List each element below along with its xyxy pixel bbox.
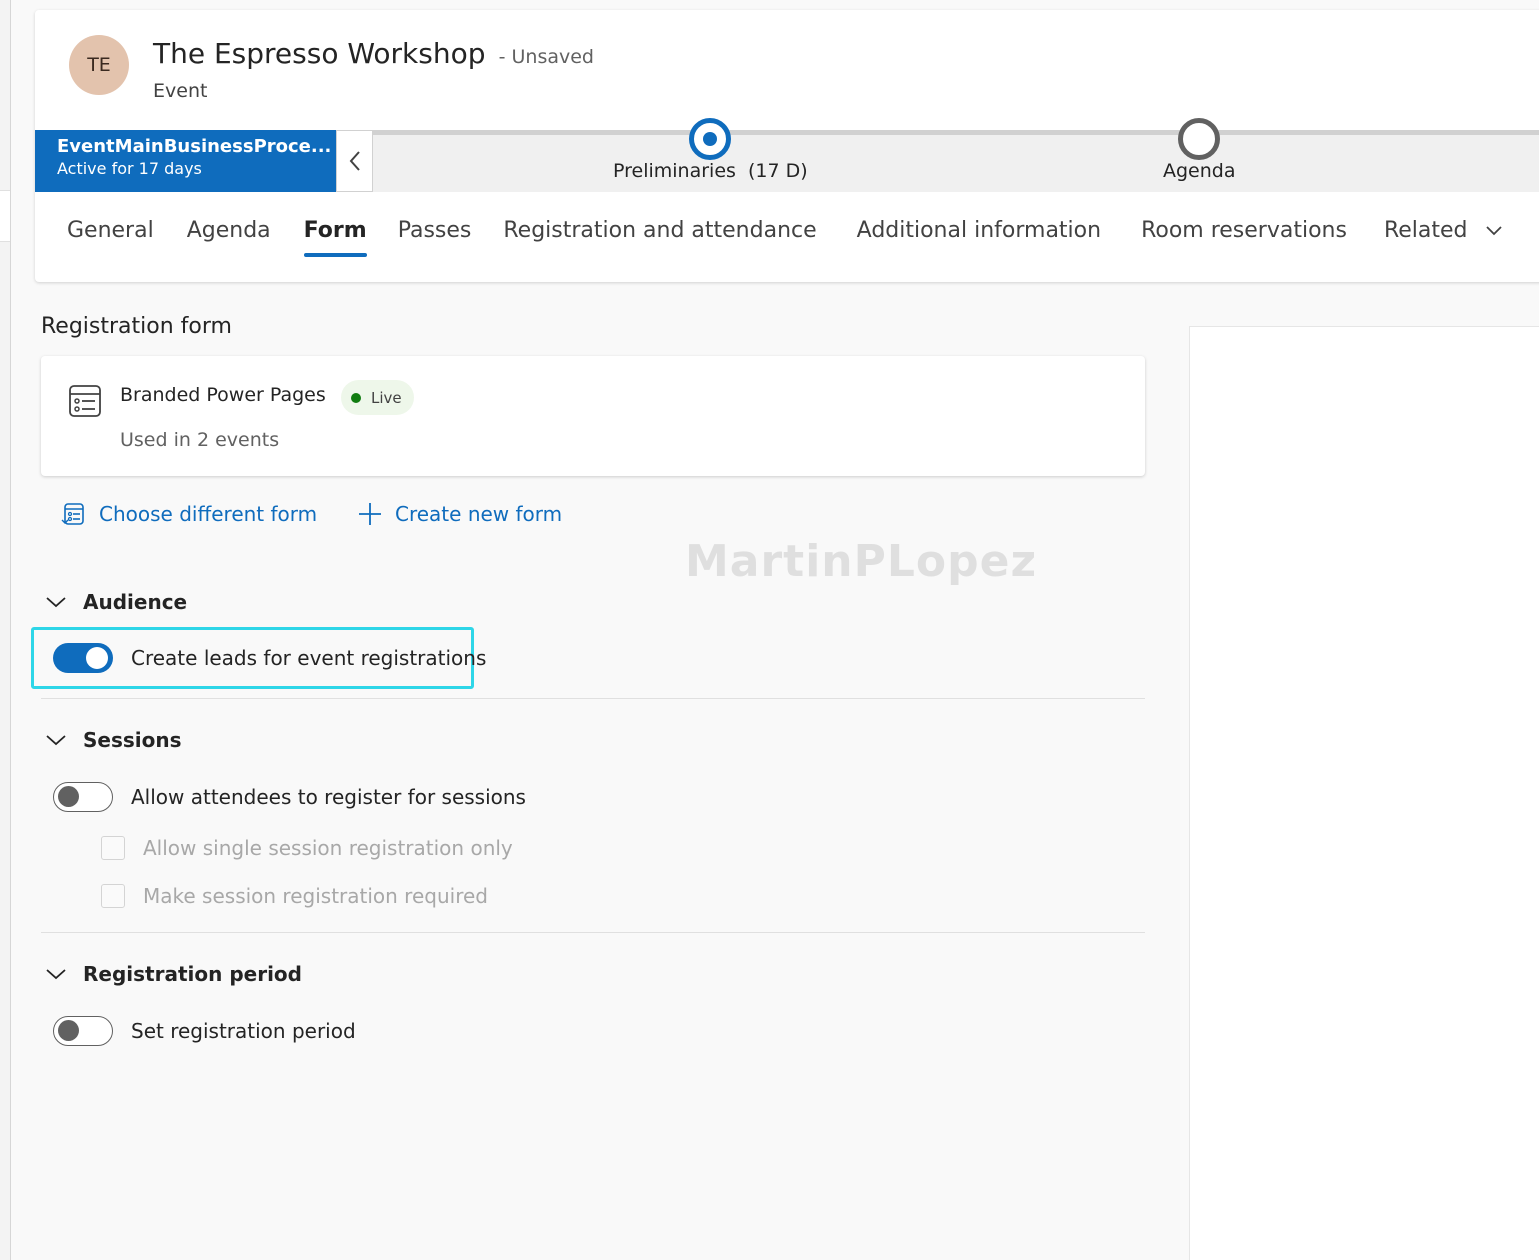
- sessions-heading: Sessions: [83, 728, 182, 752]
- allow-sessions-label: Allow attendees to register for sessions: [131, 785, 526, 809]
- unsaved-indicator: - Unsaved: [498, 46, 594, 68]
- session-required-row: Make session registration required: [101, 884, 488, 908]
- single-session-checkbox[interactable]: [101, 836, 125, 860]
- session-required-checkbox[interactable]: [101, 884, 125, 908]
- registration-period-heading: Registration period: [83, 962, 302, 986]
- tab-general[interactable]: General: [67, 218, 154, 257]
- tab-passes[interactable]: Passes: [398, 218, 472, 257]
- registration-period-section-toggle[interactable]: Registration period: [45, 962, 302, 986]
- set-registration-period-row: Set registration period: [53, 1016, 356, 1046]
- create-leads-row: Create leads for event registrations: [53, 643, 486, 673]
- session-required-label: Make session registration required: [143, 884, 488, 908]
- tab-related[interactable]: Related: [1384, 218, 1503, 257]
- create-leads-label: Create leads for event registrations: [131, 646, 487, 670]
- form-icon: [69, 385, 101, 417]
- tab-additional-information[interactable]: Additional information: [857, 218, 1101, 257]
- registration-form-heading: Registration form: [41, 314, 232, 339]
- stage-name: Agenda: [1163, 160, 1236, 182]
- bpf-stage-preliminaries[interactable]: Preliminaries (17 D): [613, 118, 808, 182]
- create-new-form-button[interactable]: Create new form: [357, 501, 562, 527]
- entity-name: Event: [153, 80, 208, 102]
- live-dot-icon: [351, 392, 361, 403]
- form-usage: Used in 2 events: [120, 429, 280, 451]
- single-session-label: Allow single session registration only: [143, 836, 513, 860]
- bpf-active-duration: Active for 17 days: [57, 159, 202, 178]
- single-session-row: Allow single session registration only: [101, 836, 513, 860]
- stage-name: Preliminaries: [613, 160, 736, 182]
- divider: [41, 932, 1145, 933]
- tab-list: General Agenda Form Passes Registration …: [67, 218, 1503, 257]
- record-title: The Espresso Workshop: [153, 37, 486, 70]
- stage-duration: (17 D): [748, 160, 808, 182]
- stage-inactive-icon: [1178, 118, 1221, 160]
- business-process-flow: EventMainBusinessProce... Active for 17 …: [35, 118, 1539, 192]
- bpf-process-name: EventMainBusinessProce...: [57, 136, 332, 157]
- left-rail: [0, 0, 11, 1260]
- audience-section-toggle[interactable]: Audience: [45, 590, 187, 614]
- tab-registration-and-attendance[interactable]: Registration and attendance: [503, 218, 816, 257]
- choose-different-form-label: Choose different form: [99, 502, 318, 526]
- allow-sessions-toggle[interactable]: [53, 782, 113, 812]
- watermark: MartinPLopez: [685, 536, 1038, 587]
- avatar: TE: [69, 35, 129, 95]
- plus-icon: [359, 503, 381, 525]
- title-line: The Espresso Workshop - Unsaved: [153, 37, 594, 70]
- set-registration-period-toggle[interactable]: [53, 1016, 113, 1046]
- choose-different-form-button[interactable]: Choose different form: [61, 501, 317, 527]
- tab-form[interactable]: Form: [303, 218, 367, 257]
- bpf-process-flyout[interactable]: EventMainBusinessProce... Active for 17 …: [35, 130, 336, 192]
- bpf-stage-agenda[interactable]: Agenda: [1163, 118, 1236, 182]
- form-swap-icon: [61, 503, 84, 525]
- tab-agenda[interactable]: Agenda: [187, 218, 271, 257]
- divider: [41, 698, 1145, 699]
- tab-room-reservations[interactable]: Room reservations: [1141, 218, 1347, 257]
- record-header: TE The Espresso Workshop - Unsaved Event…: [35, 10, 1539, 282]
- status-badge-label: Live: [371, 388, 402, 407]
- form-name: Branded Power Pages: [120, 384, 326, 406]
- tab-related-label: Related: [1383, 218, 1468, 243]
- status-badge: Live: [341, 380, 414, 415]
- chevron-down-icon: [46, 969, 66, 980]
- sessions-section-toggle[interactable]: Sessions: [45, 728, 182, 752]
- chevron-down-icon: [1485, 226, 1502, 236]
- allow-sessions-row: Allow attendees to register for sessions: [53, 782, 526, 812]
- audience-heading: Audience: [83, 590, 188, 614]
- chevron-down-icon: [46, 735, 66, 746]
- stage-active-icon: [689, 118, 732, 160]
- chevron-down-icon: [46, 597, 66, 608]
- create-new-form-label: Create new form: [395, 502, 563, 526]
- registration-form-card[interactable]: Branded Power Pages Live Used in 2 event…: [41, 356, 1145, 476]
- left-rail-notch: [0, 190, 10, 242]
- set-registration-period-label: Set registration period: [131, 1019, 356, 1043]
- bpf-track: [371, 130, 1539, 135]
- chevron-left-icon: [349, 151, 360, 171]
- create-leads-toggle[interactable]: [53, 643, 113, 673]
- right-panel: [1189, 326, 1539, 1260]
- bpf-collapse-button[interactable]: [336, 130, 373, 192]
